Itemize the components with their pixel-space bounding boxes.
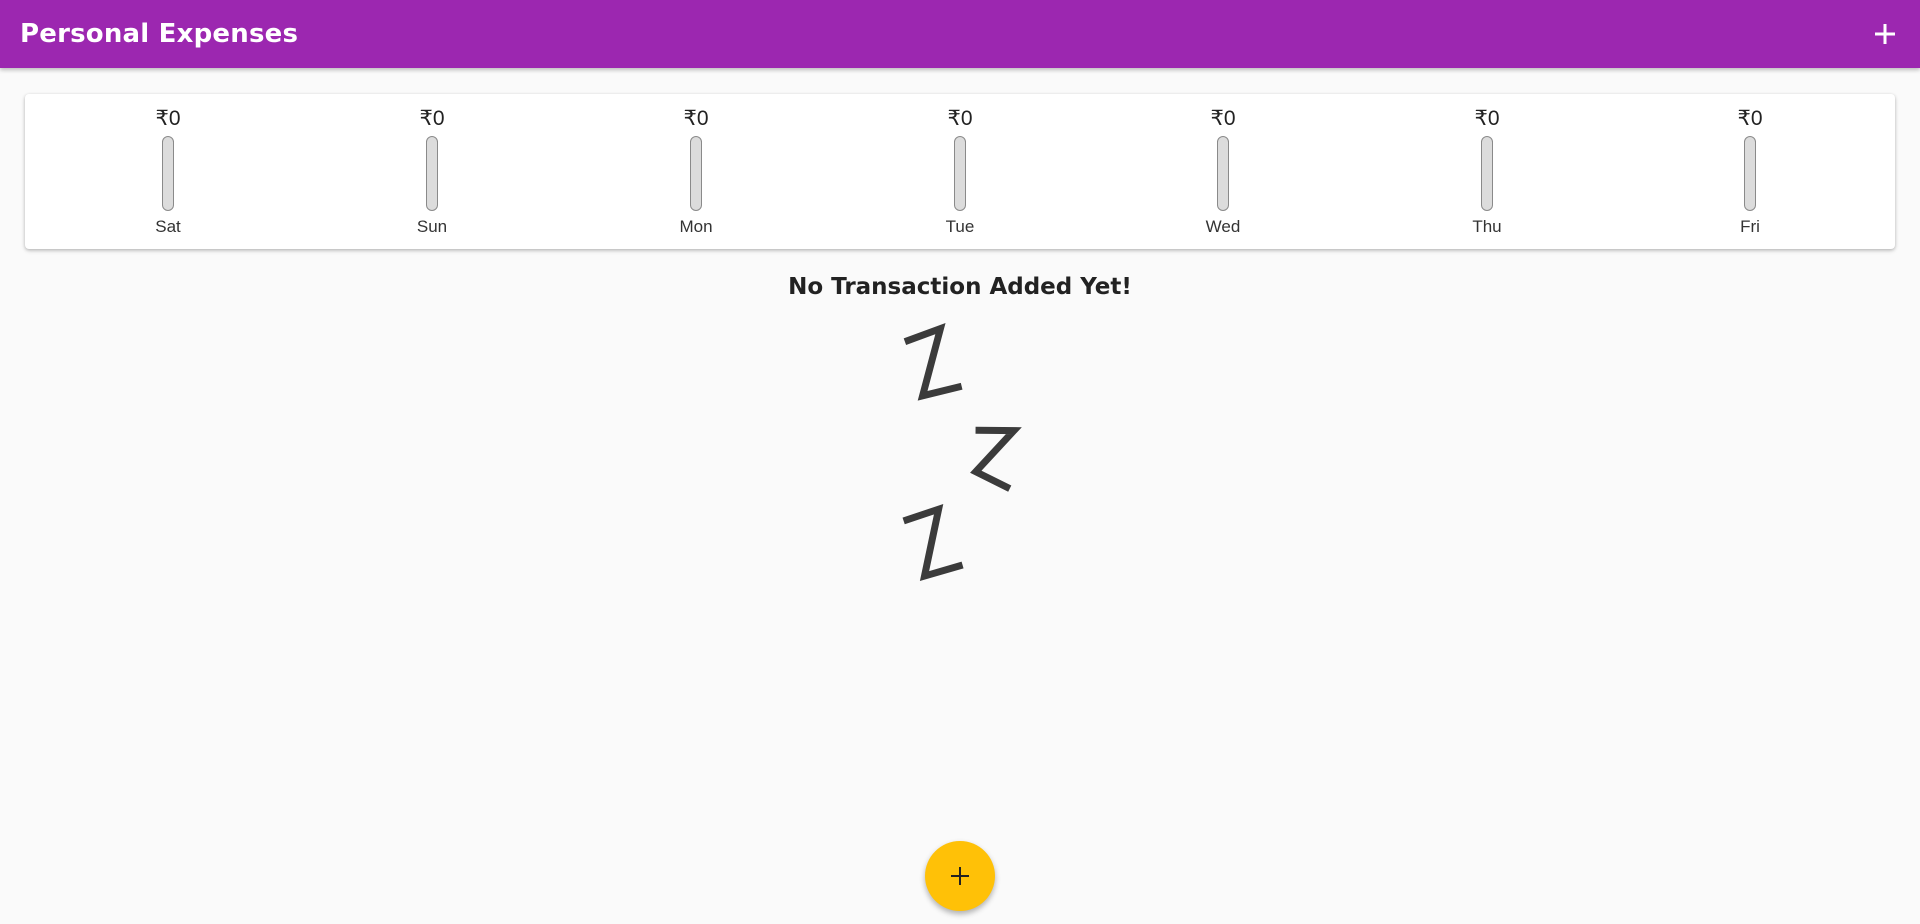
app-bar: Personal Expenses	[0, 0, 1920, 68]
sleeping-zzz-icon	[902, 323, 1022, 582]
bar-day-label: Thu	[1472, 217, 1502, 236]
bar-track	[162, 136, 174, 211]
add-transaction-button[interactable]	[1868, 17, 1902, 51]
bar-amount: ₹0	[1737, 107, 1763, 130]
bar-day-label: Sat	[155, 217, 181, 236]
bar-column-wed: ₹0 Wed	[1163, 106, 1283, 237]
bar-day-label: Sun	[416, 217, 448, 236]
plus-icon	[951, 867, 969, 885]
bar-column-sun: ₹0 Sun	[372, 106, 492, 237]
empty-state-message: No Transaction Added Yet!	[788, 274, 1132, 300]
bar-column-fri: ₹0 Fri	[1690, 106, 1810, 237]
floating-add-button[interactable]	[925, 841, 995, 911]
bar-amount: ₹0	[947, 107, 973, 130]
bar-amount: ₹0	[1210, 107, 1236, 130]
bar-track	[690, 136, 702, 211]
plus-icon	[1875, 24, 1895, 44]
bar-amount: ₹0	[683, 107, 709, 130]
bar-day-label: Mon	[679, 217, 713, 236]
bar-track	[954, 136, 966, 211]
bar-track	[1481, 136, 1493, 211]
weekly-bars: ₹0 Sat ₹0 Sun ₹0 Mon ₹0 Tue ₹0 Wed ₹0 Th…	[25, 94, 1895, 249]
bar-track	[1217, 136, 1229, 211]
bar-day-label: Fri	[1740, 217, 1760, 236]
bar-track	[426, 136, 438, 211]
bar-column-tue: ₹0 Tue	[900, 106, 1020, 237]
bar-column-sat: ₹0 Sat	[108, 106, 228, 237]
weekly-chart-card: ₹0 Sat ₹0 Sun ₹0 Mon ₹0 Tue ₹0 Wed ₹0 Th…	[25, 94, 1895, 249]
bar-amount: ₹0	[1474, 107, 1500, 130]
app-title: Personal Expenses	[20, 19, 299, 49]
bar-day-label: Wed	[1205, 217, 1241, 236]
bar-column-mon: ₹0 Mon	[636, 106, 756, 237]
bar-amount: ₹0	[419, 107, 445, 130]
bar-column-thu: ₹0 Thu	[1427, 106, 1547, 237]
bar-day-label: Tue	[945, 217, 975, 236]
bar-amount: ₹0	[155, 107, 181, 130]
bar-track	[1744, 136, 1756, 211]
